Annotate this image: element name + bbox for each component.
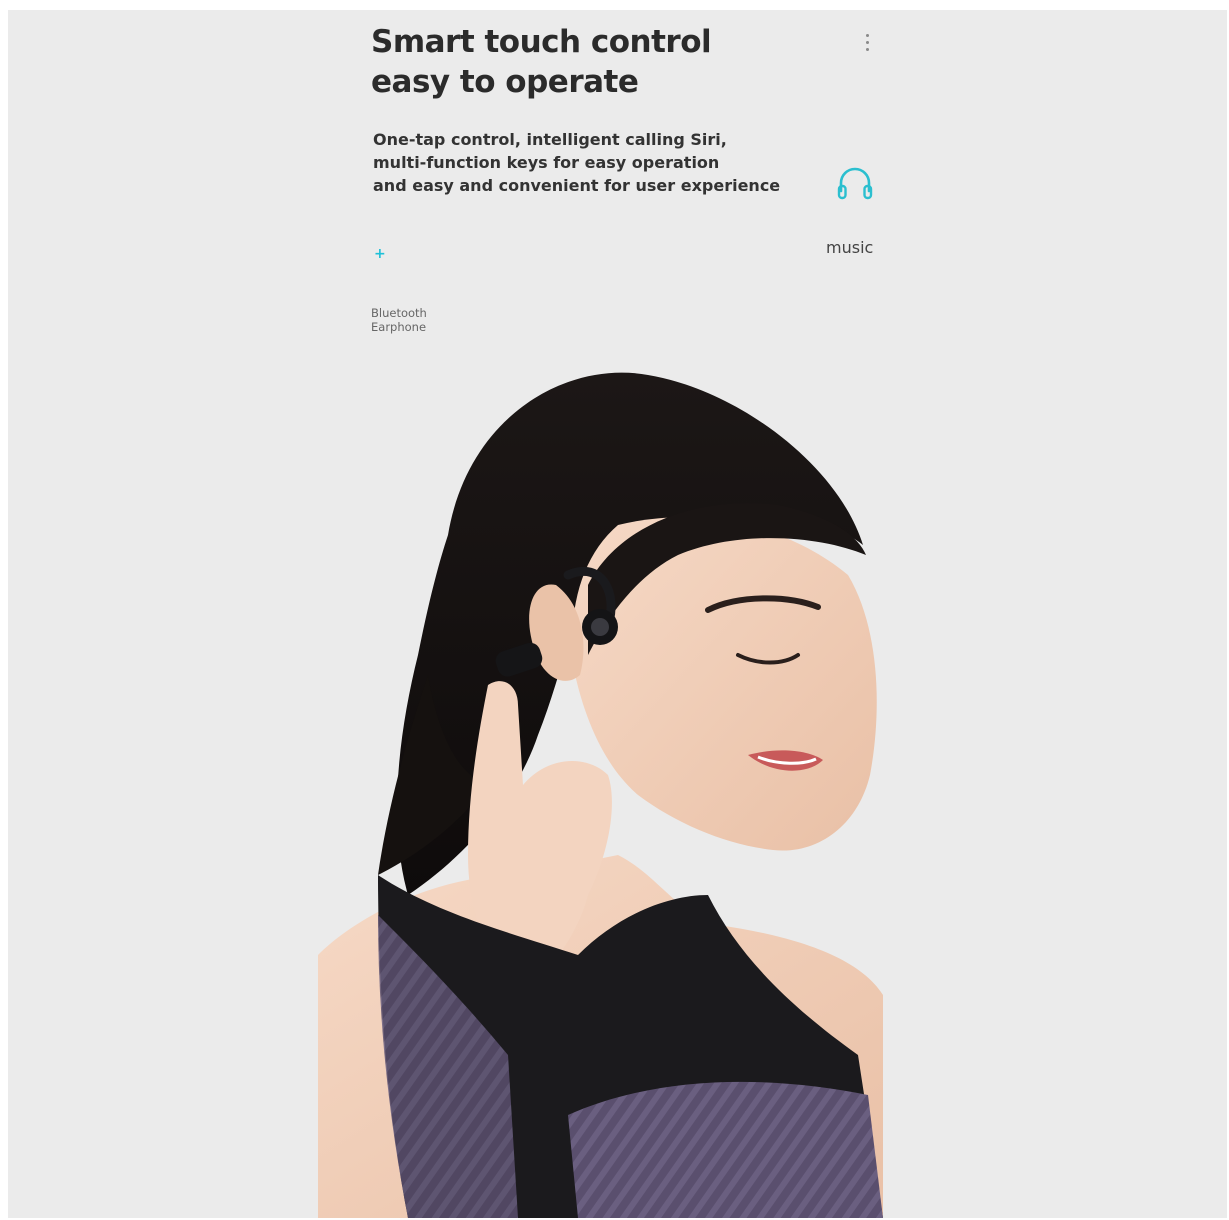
product-label-line-2: Earphone: [371, 320, 427, 334]
description-line-1: One-tap control, intelligent calling Sir…: [373, 130, 727, 149]
model-photo: [318, 372, 883, 1218]
sports-top-pattern: [568, 1081, 883, 1218]
feature-description: One-tap control, intelligent calling Sir…: [373, 128, 780, 197]
music-label: music: [826, 238, 874, 257]
description-line-2: multi-function keys for easy operation: [373, 153, 720, 172]
description-line-3: and easy and convenient for user experie…: [373, 176, 781, 195]
plus-icon: +: [374, 246, 386, 262]
headline: Smart touch control easy to operate: [371, 22, 712, 102]
product-label-line-1: Bluetooth: [371, 306, 427, 320]
product-label: Bluetooth Earphone: [371, 306, 427, 334]
headphones-icon: [837, 167, 873, 200]
product-panel: Smart touch control easy to operate One-…: [8, 10, 1227, 1218]
headline-line-2: easy to operate: [371, 64, 639, 100]
kebab-menu-icon[interactable]: [859, 30, 875, 60]
headline-line-1: Smart touch control: [371, 24, 712, 60]
